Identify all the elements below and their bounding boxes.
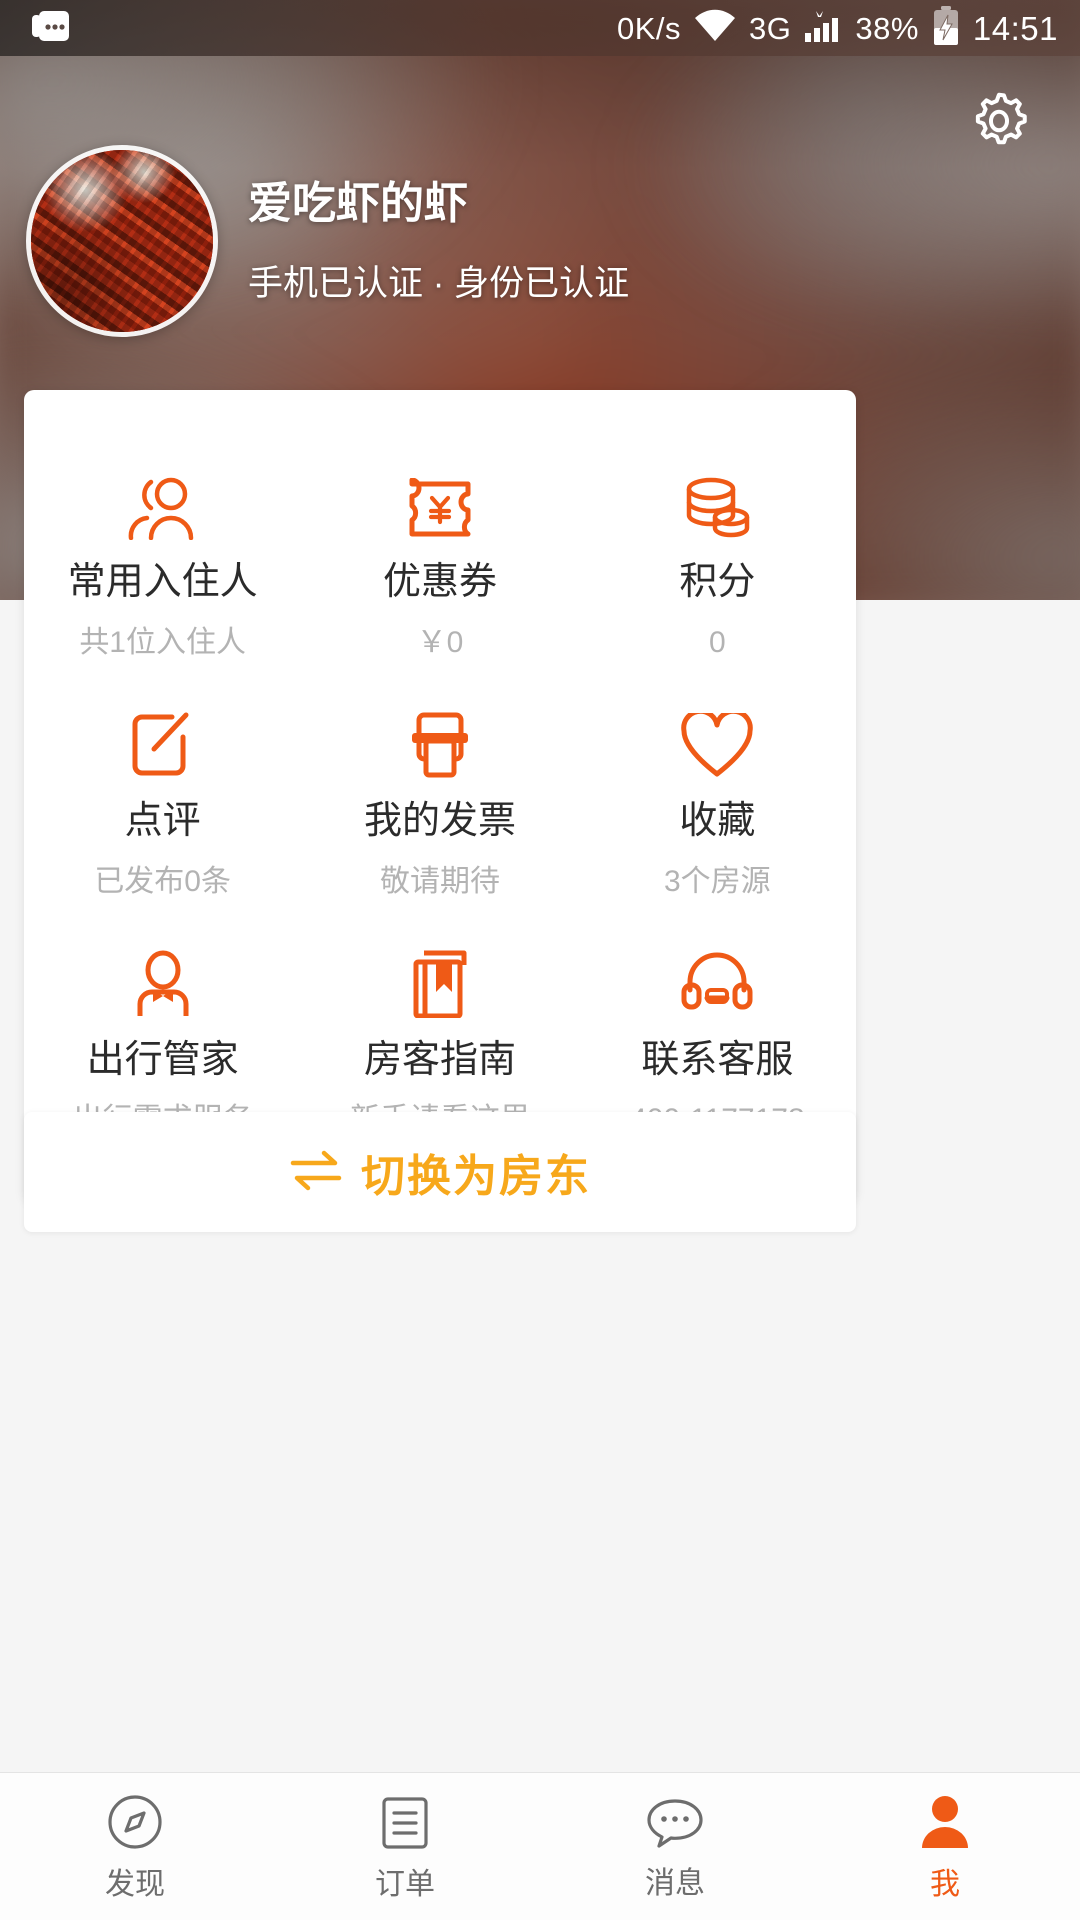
grid-item-label: 常用入住人: [67, 561, 258, 603]
edit-pencil-icon: [128, 703, 198, 779]
grid-item-review[interactable]: 点评 已发布0条: [24, 685, 301, 924]
tab-label: 消息: [645, 1867, 705, 1900]
butler-person-icon: [128, 942, 198, 1018]
grid-item-invoice[interactable]: 我的发票 敬请期待: [301, 685, 578, 924]
grid-item-label: 我的发票: [363, 799, 516, 842]
network-type: 3G: [749, 10, 792, 46]
battery-percent: 38%: [855, 10, 919, 46]
grid-item-sub: ￥0: [416, 625, 464, 659]
avatar-image: [31, 150, 213, 332]
battery-charging-icon: [931, 5, 961, 51]
switch-to-landlord-button[interactable]: 切换为房东: [24, 1112, 856, 1232]
grid-item-sub: 共1位入住人: [79, 625, 246, 659]
profile-screen: 0K/s 3G 38% 14:51 爱吃虾的虾 手机已认证 · 身份已认证 常用…: [0, 0, 1080, 1920]
tab-orders[interactable]: 订单: [270, 1773, 540, 1920]
headset-icon: [681, 942, 753, 1018]
gear-icon: [975, 92, 1027, 145]
grid-item-sub: 3个房源: [663, 864, 771, 898]
identity-block: 爱吃虾的虾 手机已认证 · 身份已认证: [248, 178, 629, 305]
chat-bubble-icon: [645, 1794, 705, 1855]
avatar[interactable]: [26, 145, 218, 337]
tab-messages[interactable]: 消息: [540, 1773, 810, 1920]
grid-item-sub: 0: [708, 625, 726, 659]
grid-item-label: 联系客服: [641, 1038, 794, 1081]
grid-item-label: 房客指南: [363, 1038, 516, 1081]
coins-stack-icon: [681, 464, 753, 540]
clock-time: 14:51: [972, 9, 1058, 47]
grid-item-coupon[interactable]: 优惠券 ￥0: [301, 446, 578, 685]
compass-icon: [106, 1793, 164, 1856]
username: 爱吃虾的虾: [248, 179, 468, 228]
status-bar: 0K/s 3G 38% 14:51: [0, 0, 1080, 56]
grid-item-label: 优惠券: [382, 561, 497, 603]
clipboard-icon: [378, 1793, 432, 1856]
tab-label: 发现: [105, 1868, 165, 1901]
network-speed: 0K/s: [616, 10, 681, 46]
settings-button[interactable]: [962, 84, 1036, 158]
verification-status: 手机已认证 · 身份已认证: [248, 263, 630, 303]
tab-label: 我: [930, 1868, 960, 1901]
book-bookmark-icon: [406, 942, 474, 1018]
two-people-icon: [125, 464, 201, 540]
swap-arrows-icon: [289, 1148, 343, 1197]
tab-discover[interactable]: 发现: [0, 1773, 270, 1920]
grid-item-sub: 已发布0条: [94, 864, 231, 898]
bottom-tab-bar: 发现 订单 消息 我: [0, 1772, 1080, 1920]
grid-item-points[interactable]: 积分 0: [579, 446, 856, 685]
grid-item-frequent-guests[interactable]: 常用入住人 共1位入住人: [24, 446, 301, 685]
switch-to-landlord-label: 切换为房东: [361, 1152, 591, 1201]
grid-item-label: 收藏: [679, 799, 756, 842]
grid-item-label: 出行管家: [86, 1038, 239, 1081]
feature-grid-card: 常用入住人 共1位入住人 优惠券 ￥0 积分 0 点评 已发布0条 我的发票 敬…: [24, 390, 856, 1203]
message-icon: [30, 9, 72, 48]
grid-item-label: 点评: [124, 799, 201, 842]
grid-item-label: 积分: [679, 561, 756, 603]
person-icon: [917, 1793, 973, 1856]
invoice-printer-icon: [405, 703, 475, 779]
feature-grid: 常用入住人 共1位入住人 优惠券 ￥0 积分 0 点评 已发布0条 我的发票 敬…: [24, 446, 856, 1162]
grid-item-favorites[interactable]: 收藏 3个房源: [579, 685, 856, 924]
tab-profile[interactable]: 我: [810, 1773, 1080, 1920]
grid-item-sub: 敬请期待: [379, 864, 500, 898]
tab-label: 订单: [375, 1868, 435, 1901]
signal-bars-icon: [803, 9, 843, 48]
coupon-ticket-icon: [404, 464, 476, 540]
wifi-icon: [693, 9, 737, 48]
heart-icon: [680, 703, 754, 779]
